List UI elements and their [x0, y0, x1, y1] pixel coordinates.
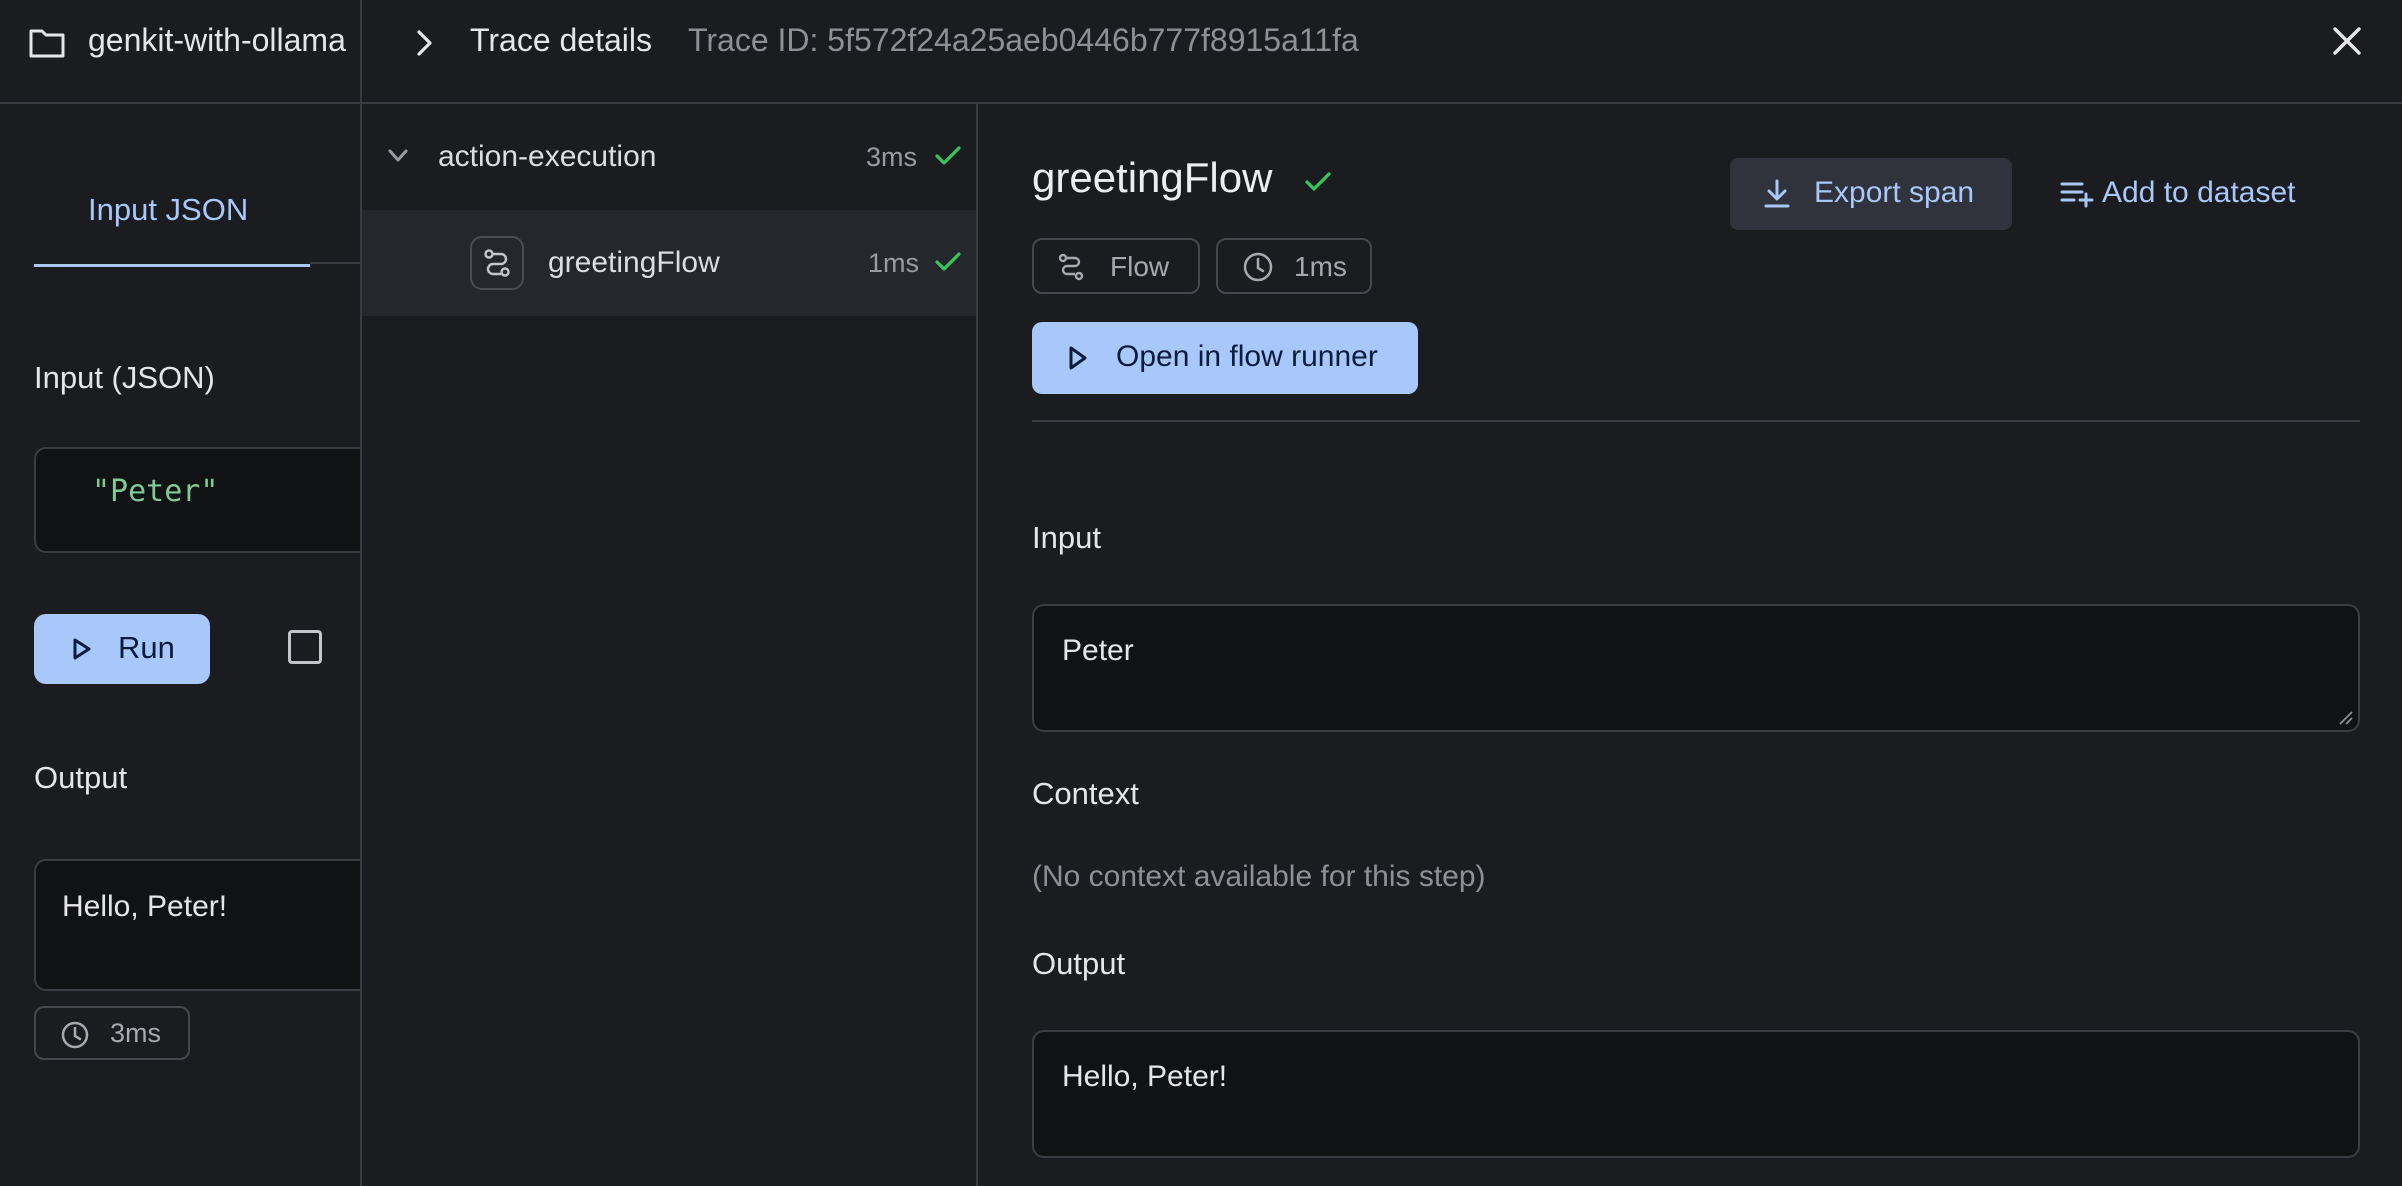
chevron-down-icon[interactable] [386, 148, 410, 164]
open-in-flow-runner-label: Open in flow runner [1116, 340, 1378, 373]
stream-checkbox[interactable] [288, 630, 322, 664]
project-name[interactable]: genkit-with-ollama [88, 22, 346, 59]
output-label: Output [34, 760, 128, 795]
context-section-label: Context [1032, 776, 1139, 811]
export-span-button[interactable]: Export span [1730, 158, 2012, 230]
span-tree: action-execution 3ms greetingFlow 1ms [362, 104, 978, 1186]
output-value: Hello, Peter! [62, 890, 228, 923]
clock-icon [1242, 251, 1274, 283]
span-duration-label: 1ms [1294, 251, 1347, 282]
span-duration-chip: 1ms [1216, 238, 1372, 294]
download-icon [1762, 178, 1792, 210]
close-icon[interactable] [2330, 24, 2364, 58]
playlist-add-icon [2060, 180, 2094, 208]
tab-divider [310, 262, 362, 264]
trace-details-drawer: Trace details Trace ID: 5f572f24a25aeb04… [360, 0, 2402, 1186]
flow-runner-panel: genkit-with-ollama Input JSON Input (JSO… [0, 0, 362, 1186]
input-value-box[interactable]: Peter [1032, 604, 2360, 732]
trace-id: Trace ID: 5f572f24a25aeb0446b777f8915a11… [688, 22, 1359, 58]
output-value: Hello, Peter! [1062, 1060, 1228, 1093]
output-section-label: Output [1032, 946, 1126, 981]
project-bar: genkit-with-ollama [0, 0, 362, 104]
add-to-dataset-label: Add to dataset [2102, 176, 2296, 209]
output-value-box: Hello, Peter! [1032, 1030, 2360, 1158]
span-title: greetingFlow [1032, 154, 1273, 201]
clock-icon [60, 1020, 90, 1050]
tree-item-duration: 3ms [866, 142, 918, 172]
tree-row-greetingflow[interactable]: greetingFlow 1ms [362, 210, 976, 316]
input-value: Peter [1062, 634, 1134, 667]
folder-icon [28, 26, 66, 60]
drawer-header: Trace details Trace ID: 5f572f24a25aeb04… [362, 0, 2402, 104]
drawer-title: Trace details [470, 22, 652, 58]
open-in-flow-runner-button[interactable]: Open in flow runner [1032, 322, 1418, 394]
play-icon [72, 638, 92, 660]
context-empty-message: (No context available for this step) [1032, 860, 1486, 893]
chevron-right-icon[interactable] [412, 28, 436, 58]
details-divider [1032, 420, 2360, 422]
tree-item-name: greetingFlow [548, 246, 720, 279]
resize-handle-icon[interactable] [2336, 708, 2354, 726]
export-span-label: Export span [1814, 176, 1975, 209]
tab-input-json-label: Input JSON [88, 192, 249, 227]
tab-input-json[interactable]: Input JSON [34, 180, 310, 267]
check-icon [1304, 170, 1332, 194]
play-icon [1068, 346, 1088, 370]
output-box [34, 859, 362, 991]
span-type-chip: Flow [1032, 238, 1200, 294]
input-section-label: Input [1032, 520, 1101, 555]
input-json-value: "Peter" [92, 474, 219, 509]
check-icon [934, 144, 962, 168]
tree-row-action-execution[interactable]: action-execution 3ms [362, 104, 976, 210]
input-json-label: Input (JSON) [34, 360, 215, 395]
latency-chip: 3ms [34, 1006, 190, 1060]
add-to-dataset-button[interactable]: Add to dataset [2032, 158, 2332, 230]
check-icon [934, 250, 962, 274]
span-type-label: Flow [1110, 251, 1170, 282]
tree-item-name: action-execution [438, 140, 657, 173]
latency-value: 3ms [110, 1018, 162, 1048]
run-button[interactable]: Run [34, 614, 210, 684]
tree-item-duration: 1ms [868, 248, 920, 278]
run-button-label: Run [118, 630, 175, 665]
flow-icon [470, 236, 524, 290]
flow-icon [1056, 252, 1086, 282]
